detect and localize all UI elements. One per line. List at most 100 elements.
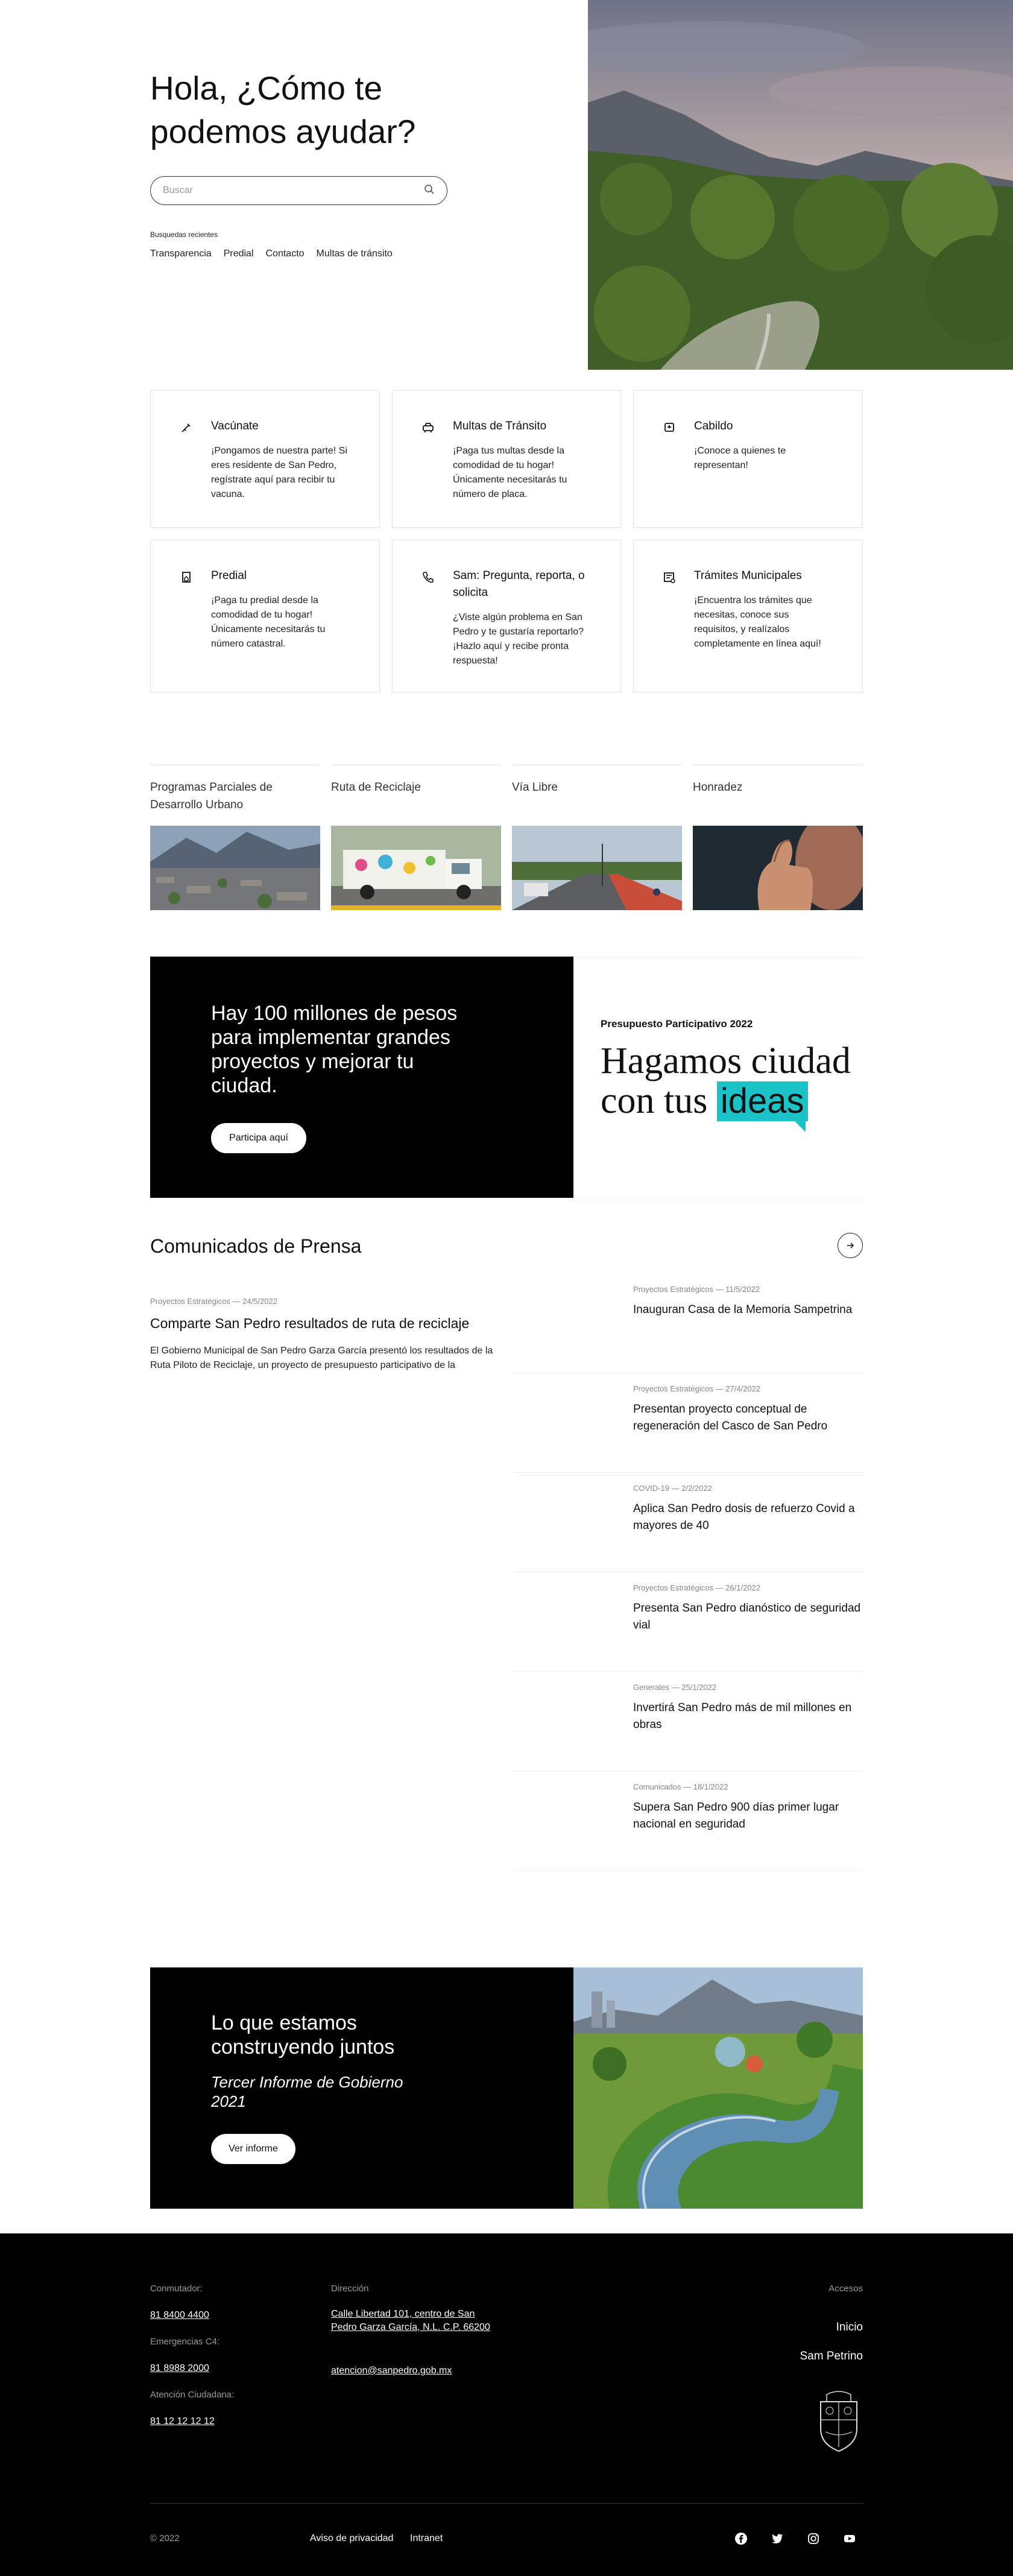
switchboard-label: Conmutador:: [150, 2283, 203, 2294]
search-icon[interactable]: [424, 184, 435, 198]
form-icon: [664, 572, 675, 583]
switchboard-phone-link[interactable]: 81 8400 4400: [150, 2310, 209, 2321]
card-desc: ¡Paga tus multas desde la comodidad de t…: [453, 446, 567, 499]
twitter-icon[interactable]: [771, 2532, 784, 2545]
news-item[interactable]: Generales — 25/1/2022 Invertirá San Pedr…: [513, 1672, 863, 1771]
press-section-title: Comunicados de Prensa: [150, 1235, 362, 1257]
instagram-icon[interactable]: [807, 2532, 820, 2545]
program-card[interactable]: Ruta de Reciclaje: [331, 765, 501, 910]
recent-searches: Transparencia Predial Contacto Multas de…: [150, 248, 393, 259]
featured-news-meta: Proyectos Estratégicos — 24/5/2022: [150, 1297, 278, 1306]
news-meta: Proyectos Estratégicos — 26/1/2022: [633, 1583, 761, 1592]
house-document-icon: [182, 572, 191, 583]
address-label: Dirección: [331, 2283, 369, 2294]
facebook-icon[interactable]: [734, 2532, 748, 2545]
program-image-road: [512, 826, 682, 910]
card-title: Sam: Pregunta, reporta, o solicita: [453, 569, 585, 599]
hero-landscape-image: [588, 0, 1013, 370]
news-item[interactable]: COVID-19 — 2/2/2022 Aplica San Pedro dos…: [513, 1473, 863, 1572]
report-park-image: [573, 1967, 863, 2209]
report-title: Lo que estamos construyendo juntos: [211, 2011, 395, 2059]
emergency-phone-link[interactable]: 81 8988 2000: [150, 2363, 209, 2374]
recent-link[interactable]: Transparencia: [150, 248, 212, 259]
search-bar[interactable]: [150, 176, 447, 205]
emergency-label: Emergencias C4:: [150, 2337, 220, 2347]
featured-news-title[interactable]: Comparte San Pedro resultados de ruta de…: [150, 1314, 469, 1333]
card-title: Cabildo: [694, 420, 733, 432]
service-card-predial[interactable]: Predial ¡Paga tu predial desde la comodi…: [150, 540, 380, 692]
news-title: Supera San Pedro 900 días primer lugar n…: [633, 1801, 839, 1831]
view-report-button[interactable]: Ver informe: [211, 2134, 295, 2164]
syringe-icon: [181, 423, 191, 432]
news-title: Invertirá San Pedro más de mil millones …: [633, 1701, 852, 1731]
citizen-phone-link[interactable]: 81 12 12 12 12: [150, 2416, 215, 2427]
slogan-line: Hagamos ciudad: [601, 1040, 851, 1081]
service-card-tramites[interactable]: Trámites Municipales ¡Encuentra los trám…: [633, 540, 863, 692]
card-desc: ¡Paga tu predial desde la comodidad de t…: [211, 595, 326, 649]
card-desc: ¿Viste algún problema en San Pedro y te …: [453, 612, 584, 666]
footer-link-sampetrino[interactable]: Sam Petrino: [800, 2350, 863, 2363]
report-subtitle: Tercer Informe de Gobierno 2021: [211, 2073, 403, 2110]
program-card[interactable]: Programas Parciales de Desarrollo Urbano: [150, 765, 320, 910]
recent-link[interactable]: Predial: [224, 248, 254, 259]
phone-icon: [423, 572, 434, 583]
recent-link[interactable]: Contacto: [266, 248, 305, 259]
budget-text: Hay 100 millones de pesos para implement…: [211, 1002, 458, 1097]
youtube-icon[interactable]: [843, 2532, 856, 2545]
news-item[interactable]: Proyectos Estratégicos — 27/4/2022 Prese…: [513, 1373, 863, 1473]
budget-label: Presupuesto Participativo 2022: [601, 1018, 753, 1030]
news-item[interactable]: Proyectos Estratégicos — 11/5/2022 Inaug…: [513, 1274, 863, 1373]
car-icon: [423, 423, 434, 432]
program-title: Ruta de Reciclaje: [331, 781, 421, 794]
card-title: Multas de Tránsito: [453, 420, 547, 432]
news-title: Aplica San Pedro dosis de refuerzo Covid…: [633, 1502, 855, 1532]
news-item[interactable]: Comunicados — 18/1/2022 Supera San Pedro…: [513, 1771, 863, 1871]
municipal-seal-logo: [815, 2390, 863, 2454]
budget-slogan: Hagamos ciudad con tus ideas: [601, 1040, 878, 1132]
program-image-city: [150, 826, 320, 910]
news-meta: Proyectos Estratégicos — 27/4/2022: [633, 1384, 761, 1393]
card-title: Trámites Municipales: [694, 569, 802, 582]
ideas-highlight: ideas: [716, 1081, 808, 1132]
copyright: © 2022: [150, 2533, 180, 2543]
address-link[interactable]: Calle Libertad 101, centro de San Pedro …: [331, 2308, 494, 2334]
program-title: Programas Parciales de Desarrollo Urbano: [150, 781, 273, 811]
news-meta: COVID-19 — 2/2/2022: [633, 1484, 712, 1493]
service-card-vacunate[interactable]: Vacúnate ¡Pongamos de nuestra parte! Si …: [150, 390, 380, 528]
recent-link[interactable]: Multas de tránsito: [317, 248, 393, 259]
program-card[interactable]: Vía Libre: [512, 765, 682, 910]
news-title: Presentan proyecto conceptual de regener…: [633, 1403, 828, 1432]
card-title: Predial: [211, 569, 247, 582]
service-card-multas[interactable]: Multas de Tránsito ¡Paga tus multas desd…: [392, 390, 622, 528]
program-image-thumbs-up: [693, 826, 863, 910]
service-card-cabildo[interactable]: Cabildo ¡Conoce a quienes te representan…: [633, 390, 863, 528]
recent-searches-label: Busquedas recientes: [150, 230, 218, 239]
access-label: Accesos: [828, 2283, 863, 2294]
featured-news-desc: El Gobierno Municipal de San Pedro Garza…: [150, 1346, 493, 1370]
citizen-label: Atención Ciudadana:: [150, 2390, 235, 2400]
news-meta: Generales — 25/1/2022: [633, 1683, 717, 1692]
news-meta: Proyectos Estratégicos — 11/5/2022: [633, 1285, 760, 1294]
card-title: Vacúnate: [211, 420, 259, 432]
program-card[interactable]: Honradez: [693, 765, 863, 910]
footer-link-inicio[interactable]: Inicio: [836, 2321, 863, 2334]
search-input[interactable]: [163, 185, 424, 196]
slogan-line: con tus: [601, 1080, 708, 1121]
participate-button[interactable]: Participa aquí: [211, 1123, 306, 1153]
card-desc: ¡Conoce a quienes te representan!: [694, 446, 786, 470]
arrow-right-icon: [847, 1242, 854, 1248]
news-item[interactable]: Proyectos Estratégicos — 26/1/2022 Prese…: [513, 1572, 863, 1672]
email-link[interactable]: atencion@sanpedro.gob.mx: [331, 2366, 452, 2376]
program-image-recycling-truck: [331, 826, 501, 910]
news-meta: Comunicados — 18/1/2022: [633, 1782, 728, 1791]
intranet-link[interactable]: Intranet: [410, 2533, 443, 2544]
program-title: Vía Libre: [512, 781, 558, 794]
card-desc: ¡Pongamos de nuestra parte! Si eres resi…: [211, 446, 347, 499]
service-card-sam[interactable]: Sam: Pregunta, reporta, o solicita ¿Vist…: [392, 540, 622, 692]
privacy-link[interactable]: Aviso de privacidad: [310, 2533, 393, 2544]
podium-icon: [664, 423, 674, 432]
news-title: Presenta San Pedro dianóstico de segurid…: [633, 1602, 861, 1631]
press-next-button[interactable]: [838, 1233, 863, 1258]
card-desc: ¡Encuentra los trámites que necesitas, c…: [694, 595, 821, 649]
program-title: Honradez: [693, 781, 743, 794]
